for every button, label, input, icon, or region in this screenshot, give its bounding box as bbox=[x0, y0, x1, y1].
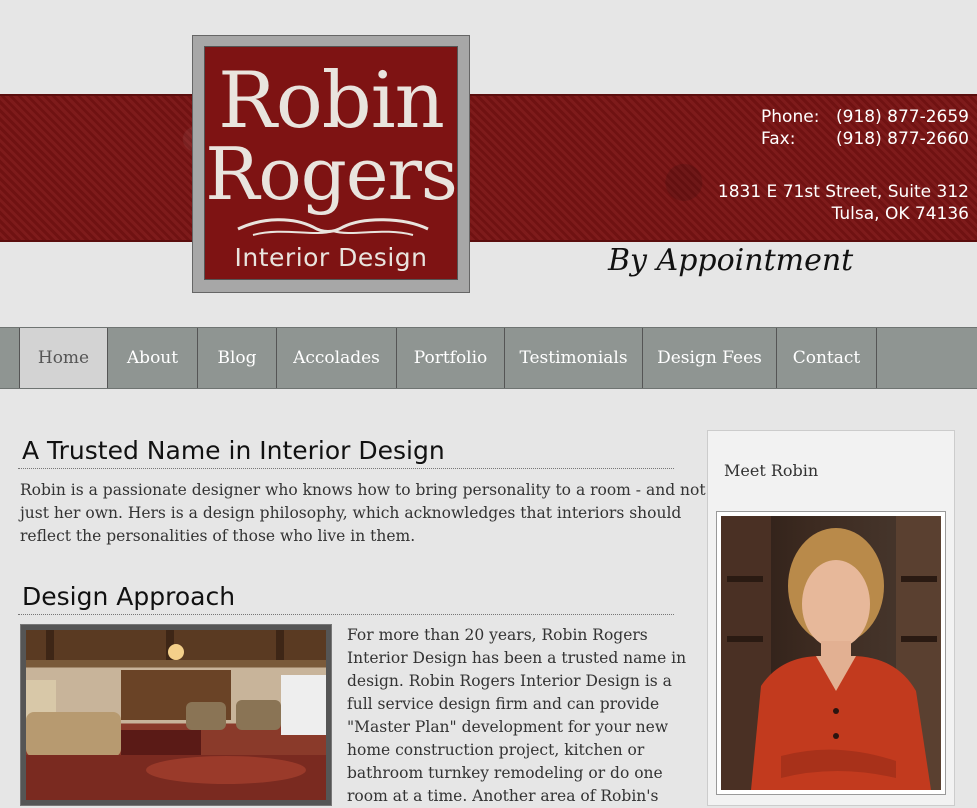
logo-panel: Robin Rogers Interior Design bbox=[204, 46, 458, 280]
approach-line: Interior Design has been a trusted name … bbox=[347, 649, 687, 667]
intro-line: Robin is a passionate designer who knows… bbox=[20, 481, 706, 499]
phone-row: Phone: (918) 877-2659 bbox=[761, 106, 969, 128]
robin-portrait[interactable] bbox=[716, 511, 946, 795]
logo[interactable]: Robin Rogers Interior Design bbox=[192, 35, 470, 293]
section-title-trusted-name: A Trusted Name in Interior Design bbox=[22, 436, 445, 465]
section-divider bbox=[18, 614, 674, 615]
fax-row: Fax: (918) 877-2660 bbox=[761, 128, 969, 150]
main-nav: Home About Blog Accolades Portfolio Test… bbox=[0, 327, 977, 389]
portrait-illustration bbox=[721, 516, 941, 790]
sidebar-meet-robin: Meet Robin bbox=[707, 430, 955, 806]
approach-line: bathroom turnkey remodeling or do one bbox=[347, 764, 663, 782]
section-title-design-approach: Design Approach bbox=[22, 582, 236, 611]
living-room-image bbox=[26, 630, 326, 800]
living-room-photo bbox=[20, 624, 332, 806]
tagline: By Appointment bbox=[608, 243, 854, 278]
phone-label: Phone: bbox=[761, 107, 820, 127]
nav-divider bbox=[876, 328, 877, 388]
sidebar-title: Meet Robin bbox=[724, 461, 819, 480]
portrait-image bbox=[721, 516, 941, 790]
address-line-2: Tulsa, OK 74136 bbox=[831, 204, 969, 224]
logo-line-robin: Robin bbox=[218, 56, 445, 146]
approach-line: room at a time. Another area of Robin's bbox=[347, 787, 659, 805]
logo-line-rogers: Rogers bbox=[205, 132, 458, 216]
nav-portfolio[interactable]: Portfolio bbox=[396, 328, 504, 388]
logo-swirl-ornament bbox=[237, 218, 429, 236]
logo-line-interior-design: Interior Design bbox=[234, 243, 428, 272]
address-line-1: 1831 E 71st Street, Suite 312 bbox=[717, 182, 969, 202]
room-illustration bbox=[26, 630, 326, 800]
nav-accolades[interactable]: Accolades bbox=[276, 328, 396, 388]
approach-line: design. Robin Rogers Interior Design is … bbox=[347, 672, 672, 690]
approach-line: For more than 20 years, Robin Rogers bbox=[347, 626, 648, 644]
fax-number: (918) 877-2660 bbox=[836, 129, 969, 149]
nav-blog[interactable]: Blog bbox=[197, 328, 276, 388]
nav-design-fees[interactable]: Design Fees bbox=[642, 328, 776, 388]
section-divider bbox=[18, 468, 674, 469]
nav-contact[interactable]: Contact bbox=[776, 328, 876, 388]
contact-numbers: Phone: (918) 877-2659 Fax: (918) 877-266… bbox=[761, 106, 969, 150]
approach-line: "Master Plan" development for your new bbox=[347, 718, 669, 736]
approach-line: full service design firm and can provide bbox=[347, 695, 660, 713]
nav-about[interactable]: About bbox=[107, 328, 197, 388]
fax-label: Fax: bbox=[761, 129, 796, 149]
approach-paragraph: For more than 20 years, Robin Rogers Int… bbox=[347, 624, 686, 808]
nav-home[interactable]: Home bbox=[19, 328, 107, 388]
approach-line: home construction project, kitchen or bbox=[347, 741, 645, 759]
nav-testimonials[interactable]: Testimonials bbox=[504, 328, 642, 388]
intro-line: just her own. Hers is a design philosoph… bbox=[20, 504, 682, 522]
intro-paragraph: Robin is a passionate designer who knows… bbox=[20, 479, 706, 548]
phone-number[interactable]: (918) 877-2659 bbox=[836, 106, 969, 128]
address: 1831 E 71st Street, Suite 312 Tulsa, OK … bbox=[718, 181, 969, 225]
intro-line: reflect the personalities of those who l… bbox=[20, 527, 416, 545]
